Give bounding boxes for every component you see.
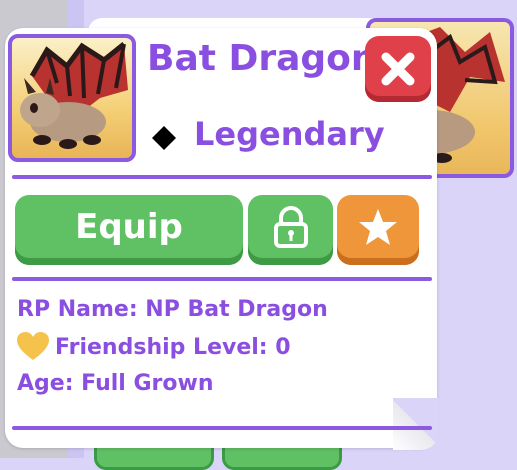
- diamond-icon: [152, 126, 176, 150]
- equip-button-label: Equip: [75, 207, 183, 247]
- divider: [12, 175, 432, 179]
- divider: [12, 426, 432, 430]
- favorite-button[interactable]: [337, 195, 419, 265]
- pet-info-card: Bat Dragon Legendary Equip RP Name: NP B…: [5, 28, 439, 450]
- star-icon: [359, 209, 397, 245]
- equip-button[interactable]: Equip: [15, 195, 243, 265]
- close-icon: [381, 52, 415, 86]
- heart-icon: [17, 332, 49, 360]
- lock-icon: [273, 206, 308, 248]
- pet-thumbnail: [8, 34, 136, 162]
- lock-button[interactable]: [248, 195, 333, 265]
- bat-dragon-image: [20, 42, 128, 149]
- page-curl: [393, 398, 439, 450]
- rp-name-text: RP Name: NP Bat Dragon: [17, 297, 328, 322]
- rarity-label: Legendary: [194, 115, 385, 153]
- divider: [12, 277, 432, 281]
- pet-name-title: Bat Dragon: [147, 38, 377, 79]
- friendship-level-text: Friendship Level: 0: [55, 335, 291, 360]
- age-text: Age: Full Grown: [17, 371, 214, 396]
- close-button[interactable]: [365, 36, 431, 102]
